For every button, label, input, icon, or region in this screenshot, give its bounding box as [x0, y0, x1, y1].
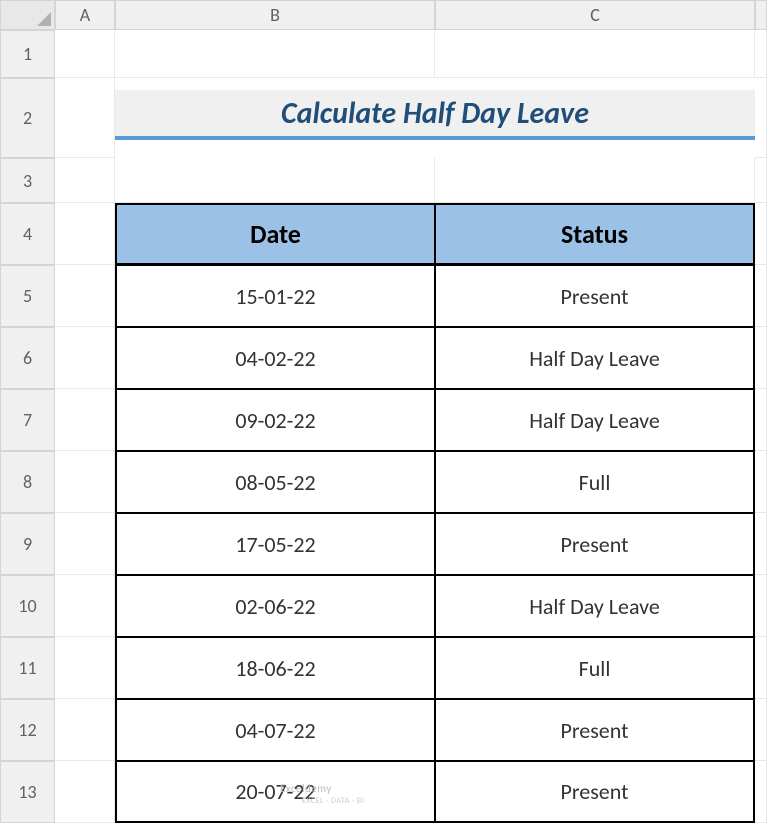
cell-a7[interactable]: [55, 389, 115, 451]
cell-a6[interactable]: [55, 327, 115, 389]
table-row[interactable]: 20-07-22: [115, 761, 435, 823]
table-row[interactable]: Full: [435, 637, 755, 699]
cell-overflow-1: [755, 30, 767, 78]
table-row[interactable]: 04-02-22: [115, 327, 435, 389]
cell-a4[interactable]: [55, 203, 115, 265]
row-header-4[interactable]: 4: [0, 203, 55, 265]
cell-overflow-7: [755, 389, 767, 451]
cell-a11[interactable]: [55, 637, 115, 699]
cell-a2[interactable]: [55, 78, 115, 158]
table-row[interactable]: 08-05-22: [115, 451, 435, 513]
row-header-1[interactable]: 1: [0, 30, 55, 78]
cell-a3[interactable]: [55, 158, 115, 203]
row-header-10[interactable]: 10: [0, 575, 55, 637]
table-row[interactable]: Present: [435, 265, 755, 327]
table-header-status[interactable]: Status: [435, 203, 755, 265]
table-row[interactable]: Half Day Leave: [435, 575, 755, 637]
cell-a9[interactable]: [55, 513, 115, 575]
row-header-8[interactable]: 8: [0, 451, 55, 513]
cell-a10[interactable]: [55, 575, 115, 637]
cell-b1[interactable]: [115, 30, 435, 78]
row-header-9[interactable]: 9: [0, 513, 55, 575]
table-row[interactable]: Present: [435, 699, 755, 761]
cell-b3[interactable]: [115, 158, 435, 203]
row-header-5[interactable]: 5: [0, 265, 55, 327]
table-row[interactable]: Half Day Leave: [435, 389, 755, 451]
cell-overflow-6: [755, 327, 767, 389]
table-row[interactable]: 17-05-22: [115, 513, 435, 575]
table-row[interactable]: Present: [435, 761, 755, 823]
select-all-corner[interactable]: [0, 0, 55, 30]
table-row[interactable]: Half Day Leave: [435, 327, 755, 389]
cell-a12[interactable]: [55, 699, 115, 761]
cell-overflow-12: [755, 699, 767, 761]
cell-overflow-9: [755, 513, 767, 575]
table-header-date[interactable]: Date: [115, 203, 435, 265]
title-cell[interactable]: Calculate Half Day Leave: [115, 90, 755, 140]
col-header-a[interactable]: A: [55, 0, 115, 30]
row-header-12[interactable]: 12: [0, 699, 55, 761]
cell-overflow-11: [755, 637, 767, 699]
table-row[interactable]: 04-07-22: [115, 699, 435, 761]
row-header-3[interactable]: 3: [0, 158, 55, 203]
table-row[interactable]: Present: [435, 513, 755, 575]
cell-a13[interactable]: [55, 761, 115, 823]
row-header-13[interactable]: 13: [0, 761, 55, 823]
table-row[interactable]: 15-01-22: [115, 265, 435, 327]
row-header-2[interactable]: 2: [0, 78, 55, 158]
cell-a8[interactable]: [55, 451, 115, 513]
cell-a1[interactable]: [55, 30, 115, 78]
col-header-c[interactable]: C: [435, 0, 755, 30]
table-row[interactable]: Full: [435, 451, 755, 513]
cell-a5[interactable]: [55, 265, 115, 327]
cell-overflow-13: [755, 761, 767, 823]
cell-overflow-8: [755, 451, 767, 513]
col-header-overflow: [755, 0, 767, 30]
cell-overflow-3: [755, 158, 767, 203]
cell-overflow-10: [755, 575, 767, 637]
cell-overflow-2: [755, 78, 767, 158]
table-row[interactable]: 09-02-22: [115, 389, 435, 451]
cell-c1[interactable]: [435, 30, 755, 78]
cell-overflow-5: [755, 265, 767, 327]
cell-overflow-4: [755, 203, 767, 265]
row-header-11[interactable]: 11: [0, 637, 55, 699]
spreadsheet-grid: A B C 1 2 Calculate Half Day Leave 3 4 D…: [0, 0, 767, 823]
cell-c3[interactable]: [435, 158, 755, 203]
col-header-b[interactable]: B: [115, 0, 435, 30]
table-row[interactable]: 18-06-22: [115, 637, 435, 699]
row-header-7[interactable]: 7: [0, 389, 55, 451]
row-header-6[interactable]: 6: [0, 327, 55, 389]
table-row[interactable]: 02-06-22: [115, 575, 435, 637]
